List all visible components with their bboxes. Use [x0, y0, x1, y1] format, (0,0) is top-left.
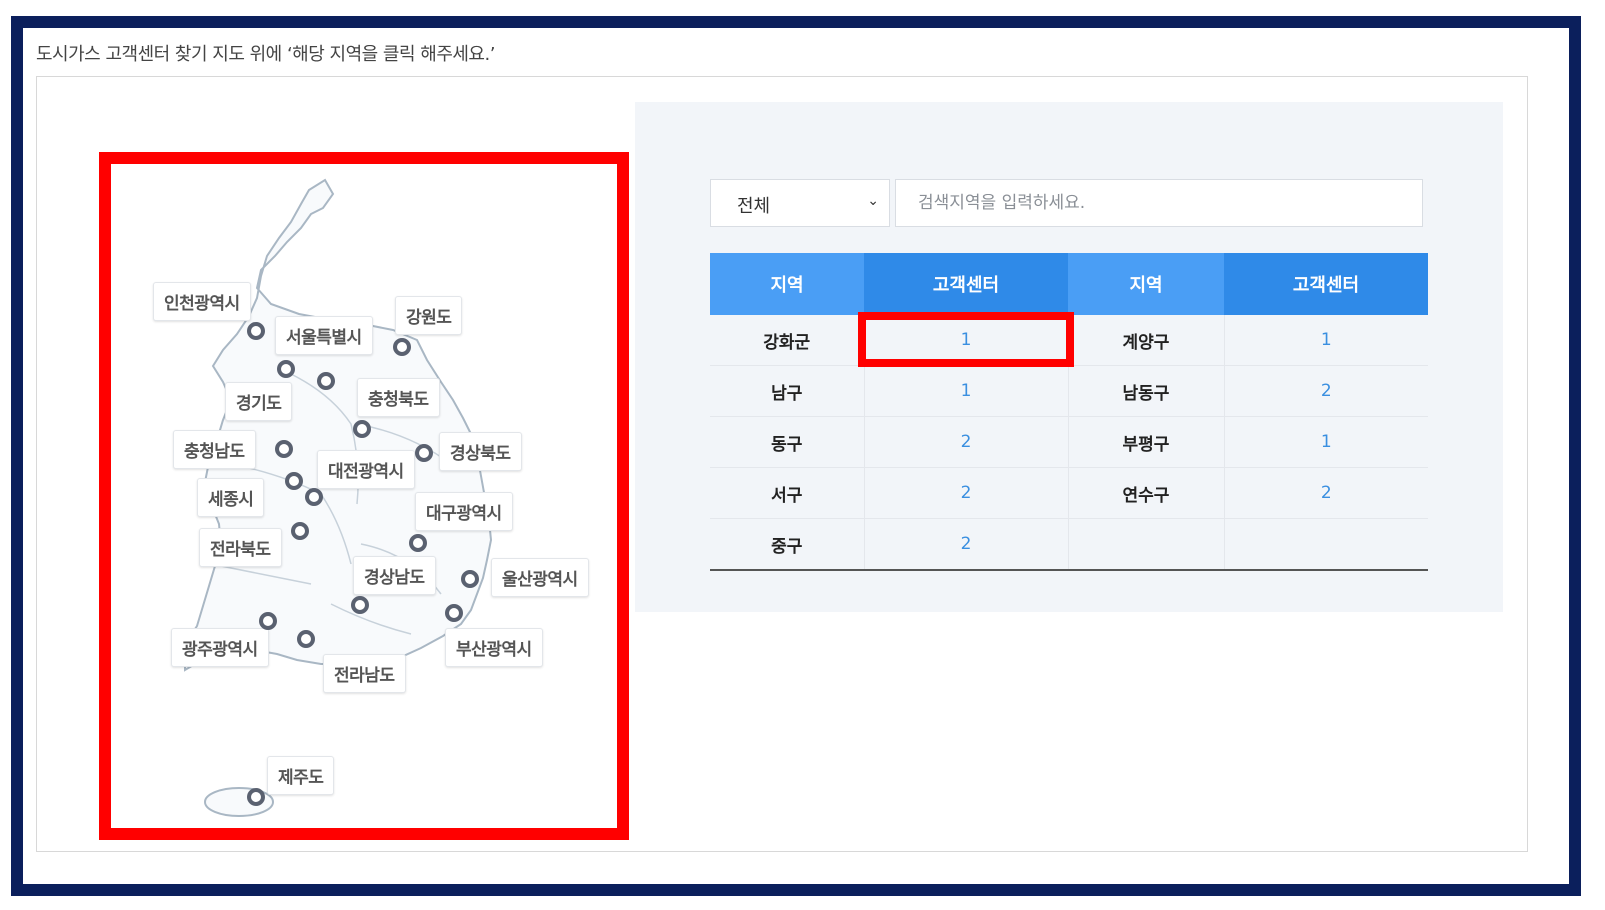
map-label-gangwon[interactable]: 강원도 — [395, 296, 463, 335]
header-center-1: 고객센터 — [864, 253, 1068, 315]
center-count-link[interactable]: 2 — [1224, 365, 1428, 417]
table-row: 서구 2 연수구 2 — [710, 467, 1428, 519]
region-name: 남동구 — [1068, 365, 1225, 417]
center-count-link[interactable]: 1 — [864, 365, 1069, 417]
region-select[interactable]: 전체 ⌄ — [710, 179, 890, 227]
center-count-link[interactable]: 1 — [1224, 315, 1428, 366]
pin-seoul-icon[interactable] — [277, 360, 295, 378]
instruction-text: 도시가스 고객센터 찾기 지도 위에 ‘해당 지역을 클릭 해주세요.’ — [36, 44, 495, 65]
pin-busan-icon[interactable] — [445, 604, 463, 622]
center-count-link[interactable]: 2 — [1224, 467, 1428, 519]
center-count-link[interactable]: 2 — [864, 518, 1069, 571]
table-row: 중구 2 — [710, 518, 1428, 571]
map-label-gyeongnam[interactable]: 경상남도 — [353, 556, 436, 595]
pin-daegu-icon[interactable] — [409, 534, 427, 552]
region-table: 지역 고객센터 지역 고객센터 강화군 1 계양구 1 남구 1 남동구 2 동… — [710, 253, 1428, 571]
region-panel: 전체 ⌄ 지역 고객센터 지역 고객센터 강화군 1 계양구 1 남구 1 남동 — [635, 102, 1503, 612]
center-count-link — [1224, 518, 1428, 571]
pin-daejeon-icon[interactable] — [305, 488, 323, 506]
map-label-daejeon[interactable]: 대전광역시 — [317, 450, 415, 489]
region-name: 남구 — [710, 365, 865, 417]
region-name: 서구 — [710, 467, 865, 519]
map-label-jeju[interactable]: 제주도 — [267, 756, 335, 795]
center-count-link[interactable]: 1 — [864, 315, 1069, 366]
region-name: 강화군 — [710, 315, 865, 366]
pin-jeonbuk-icon[interactable] — [291, 522, 309, 540]
map-label-chungnam[interactable]: 충청남도 — [173, 430, 256, 469]
korea-map[interactable]: 인천광역시 서울특별시 강원도 경기도 충청북도 충청남도 경상북도 대전광역시… — [99, 152, 629, 840]
map-label-gwangju[interactable]: 광주광역시 — [171, 628, 269, 667]
pin-jeonnam-icon[interactable] — [297, 630, 315, 648]
center-count-link[interactable]: 1 — [1224, 416, 1428, 468]
region-name: 부평구 — [1068, 416, 1225, 468]
pin-ulsan-icon[interactable] — [461, 570, 479, 588]
map-label-sejong[interactable]: 세종시 — [197, 478, 265, 517]
pin-jeju-icon[interactable] — [247, 788, 265, 806]
header-region-2: 지역 — [1068, 253, 1224, 315]
center-count-link[interactable]: 2 — [864, 467, 1069, 519]
pin-gwangju-icon[interactable] — [259, 612, 277, 630]
pin-gangwon-icon[interactable] — [393, 338, 411, 356]
region-name: 계양구 — [1068, 315, 1225, 366]
map-label-jeonnam[interactable]: 전라남도 — [323, 654, 406, 693]
pin-seoul2-icon[interactable] — [317, 372, 335, 390]
map-label-chungbuk[interactable]: 충청북도 — [357, 378, 440, 417]
map-label-daegu[interactable]: 대구광역시 — [415, 492, 513, 531]
pin-incheon-icon[interactable] — [247, 322, 265, 340]
region-name: 중구 — [710, 518, 865, 571]
korea-map-outline — [184, 178, 493, 817]
map-label-ulsan[interactable]: 울산광역시 — [491, 558, 589, 597]
pin-sejong-icon[interactable] — [285, 472, 303, 490]
pin-chungnam-icon[interactable] — [275, 440, 293, 458]
table-row: 남구 1 남동구 2 — [710, 365, 1428, 417]
map-label-gyeonggi[interactable]: 경기도 — [225, 382, 293, 421]
search-field[interactable] — [895, 179, 1423, 227]
chevron-down-icon: ⌄ — [867, 193, 879, 209]
map-label-gyeongbuk[interactable]: 경상북도 — [439, 432, 522, 471]
map-label-incheon[interactable]: 인천광역시 — [153, 282, 251, 321]
table-row: 강화군 1 계양구 1 — [710, 315, 1428, 366]
header-region-1: 지역 — [710, 253, 864, 315]
pin-gyeongnam-icon[interactable] — [351, 596, 369, 614]
search-input[interactable] — [896, 180, 1422, 226]
table-row: 동구 2 부평구 1 — [710, 416, 1428, 468]
pin-gyeongbuk-icon[interactable] — [415, 444, 433, 462]
region-name — [1068, 518, 1225, 571]
region-name: 동구 — [710, 416, 865, 468]
region-name: 연수구 — [1068, 467, 1225, 519]
region-select-value: 전체 — [737, 196, 771, 217]
map-label-jeonbuk[interactable]: 전라북도 — [199, 528, 282, 567]
center-count-link[interactable]: 2 — [864, 416, 1069, 468]
map-label-busan[interactable]: 부산광역시 — [445, 628, 543, 667]
pin-chungbuk-icon[interactable] — [353, 420, 371, 438]
map-label-seoul[interactable]: 서울특별시 — [275, 316, 373, 355]
table-header-row: 지역 고객센터 지역 고객센터 — [710, 253, 1428, 315]
header-center-2: 고객센터 — [1224, 253, 1428, 315]
